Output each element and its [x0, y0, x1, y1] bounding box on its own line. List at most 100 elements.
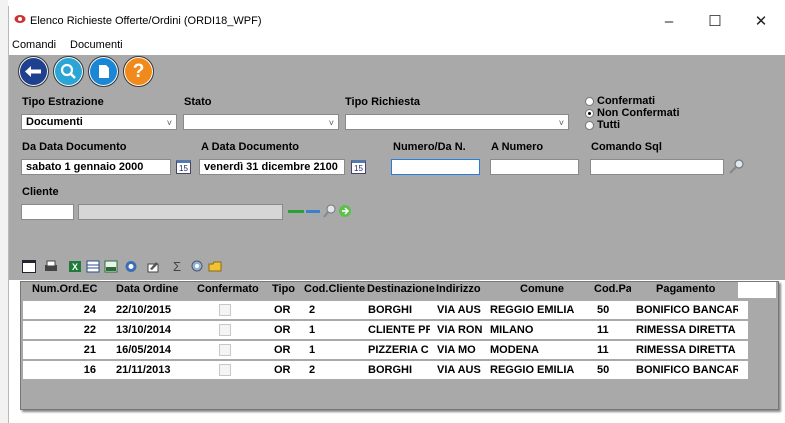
cell-destinazione: PIZZERIA C	[368, 344, 429, 356]
cell-indirizzo: VIA RON	[437, 324, 483, 336]
app-icon	[14, 14, 26, 24]
cliente-code-input[interactable]	[21, 204, 74, 220]
calendar-icon[interactable]: 15	[176, 160, 191, 174]
cell-tipo: OR	[274, 344, 291, 356]
da-data-input[interactable]: sabato 1 gennaio 2000	[21, 159, 171, 175]
open-folder-icon[interactable]	[208, 260, 222, 273]
search-button[interactable]	[53, 56, 84, 87]
edit-icon[interactable]	[146, 260, 160, 273]
comando-sql-input[interactable]	[590, 159, 724, 175]
grid-icon[interactable]	[86, 260, 100, 273]
a-data-input[interactable]: venerdì 31 dicembre 2100	[199, 159, 345, 175]
filter-search-icon[interactable]	[190, 260, 204, 273]
tipo-richiesta-select[interactable]: ˅	[345, 114, 569, 130]
sum-icon[interactable]: Σ	[170, 260, 184, 273]
refresh-icon[interactable]	[124, 260, 138, 273]
radio-non-confermati-label: Non Confermati	[597, 107, 680, 119]
tipo-estrazione-label: Tipo Estrazione	[22, 96, 104, 108]
cell-cod-cliente: 2	[309, 304, 316, 316]
new-document-button[interactable]	[88, 56, 119, 87]
background-window-edge	[0, 0, 8, 423]
cell-cod-pa: 50	[597, 364, 610, 376]
calendar-icon[interactable]: 15	[351, 160, 366, 174]
sql-search-icon[interactable]	[728, 158, 746, 174]
cell-destinazione: CLIENTE PR	[368, 324, 430, 336]
csv-icon[interactable]	[104, 260, 118, 273]
print-icon[interactable]	[44, 260, 58, 273]
confermato-checkbox[interactable]	[219, 344, 231, 356]
confermato-checkbox[interactable]	[219, 304, 231, 316]
cell-comune: MODENA	[490, 344, 539, 356]
help-icon: ?	[132, 61, 145, 82]
excel-icon[interactable]: X	[68, 260, 82, 273]
column-header-pagamento[interactable]: Pagamento	[656, 283, 715, 295]
radio-tutti[interactable]	[585, 121, 594, 130]
stato-select[interactable]: ˅	[183, 114, 339, 130]
cell-num: 24	[83, 304, 96, 316]
comando-sql-label: Comando Sql	[591, 141, 662, 153]
cliente-name-field	[78, 204, 283, 220]
window-icon[interactable]	[22, 260, 36, 273]
svg-text:X: X	[72, 262, 78, 272]
cell-pagamento: RIMESSA DIRETTA	[636, 324, 736, 336]
column-header-num-ord[interactable]: Num.Ord.EC	[32, 283, 97, 295]
radio-confermati-label: Confermati	[597, 95, 656, 107]
cell-destinazione: BORGHI	[368, 364, 412, 376]
numero-da-label: Numero/Da N.	[393, 141, 466, 153]
cell-indirizzo: VIA AUS	[437, 364, 481, 376]
chevron-down-icon: ˅	[558, 118, 564, 128]
back-icon	[25, 66, 41, 77]
minimize-button[interactable]: –	[651, 8, 687, 36]
cell-indirizzo: VIA AUS	[437, 304, 481, 316]
cell-cod-pa: 11	[597, 344, 609, 356]
confermato-checkbox[interactable]	[219, 364, 231, 376]
column-header-tipo[interactable]: Tipo	[272, 283, 295, 295]
cell-cod-cliente: 1	[309, 324, 316, 336]
column-header-cod-pa[interactable]: Cod.Pa	[594, 283, 631, 295]
cliente-lookup-icons[interactable]	[287, 202, 357, 220]
radio-tutti-label: Tutti	[597, 119, 621, 131]
chevron-down-icon: ˅	[166, 118, 172, 128]
close-button[interactable]: ✕	[743, 8, 779, 36]
cell-pagamento: BONIFICO BANCAR	[636, 364, 738, 376]
cell-num: 16	[83, 364, 96, 376]
cell-cod-cliente: 1	[309, 344, 316, 356]
menu-comandi[interactable]: Comandi	[12, 39, 56, 51]
search-icon	[60, 63, 76, 79]
a-numero-input[interactable]	[490, 159, 579, 175]
cell-pagamento: BONIFICO BANCAR	[636, 304, 738, 316]
help-button[interactable]: ?	[123, 56, 154, 87]
cell-indirizzo: VIA MO	[437, 344, 476, 356]
back-button[interactable]	[18, 56, 49, 87]
menu-bar	[9, 37, 785, 55]
window-title: Elenco Richieste Offerte/Ordini (ORDI18_…	[30, 15, 262, 27]
cell-data: 16/05/2014	[116, 344, 172, 356]
da-data-label: Da Data Documento	[22, 141, 127, 153]
column-header-confermato[interactable]: Confermato	[197, 283, 259, 295]
radio-non-confermati[interactable]	[585, 109, 594, 118]
cell-cod-pa: 11	[597, 324, 609, 336]
radio-confermati[interactable]	[585, 97, 594, 106]
column-header-destinazione[interactable]: Destinazione	[367, 283, 435, 295]
a-numero-label: A Numero	[491, 141, 544, 153]
cell-cod-pa: 50	[597, 304, 610, 316]
cell-data: 21/11/2013	[116, 364, 171, 376]
cell-num: 21	[83, 344, 96, 356]
tipo-estrazione-select[interactable]: Documenti ˅	[21, 114, 177, 130]
cell-comune: MILANO	[490, 324, 534, 336]
cell-tipo: OR	[274, 304, 291, 316]
maximize-button[interactable]: ☐	[697, 8, 733, 36]
tipo-richiesta-label: Tipo Richiesta	[345, 96, 420, 108]
column-header-comune[interactable]: Comune	[520, 283, 564, 295]
numero-da-input[interactable]	[391, 159, 480, 175]
cell-data: 22/10/2015	[116, 304, 172, 316]
column-header-indirizzo[interactable]: Indirizzo	[436, 283, 481, 295]
cell-comune: REGGIO EMILIA	[490, 304, 575, 316]
confermato-checkbox[interactable]	[219, 324, 231, 336]
column-header-data-ordine[interactable]: Data Ordine	[116, 283, 178, 295]
menu-documenti[interactable]: Documenti	[70, 39, 123, 51]
cell-tipo: OR	[274, 364, 291, 376]
stato-label: Stato	[184, 96, 212, 108]
cell-tipo: OR	[274, 324, 291, 336]
column-header-cod-cliente[interactable]: Cod.Cliente	[304, 283, 365, 295]
